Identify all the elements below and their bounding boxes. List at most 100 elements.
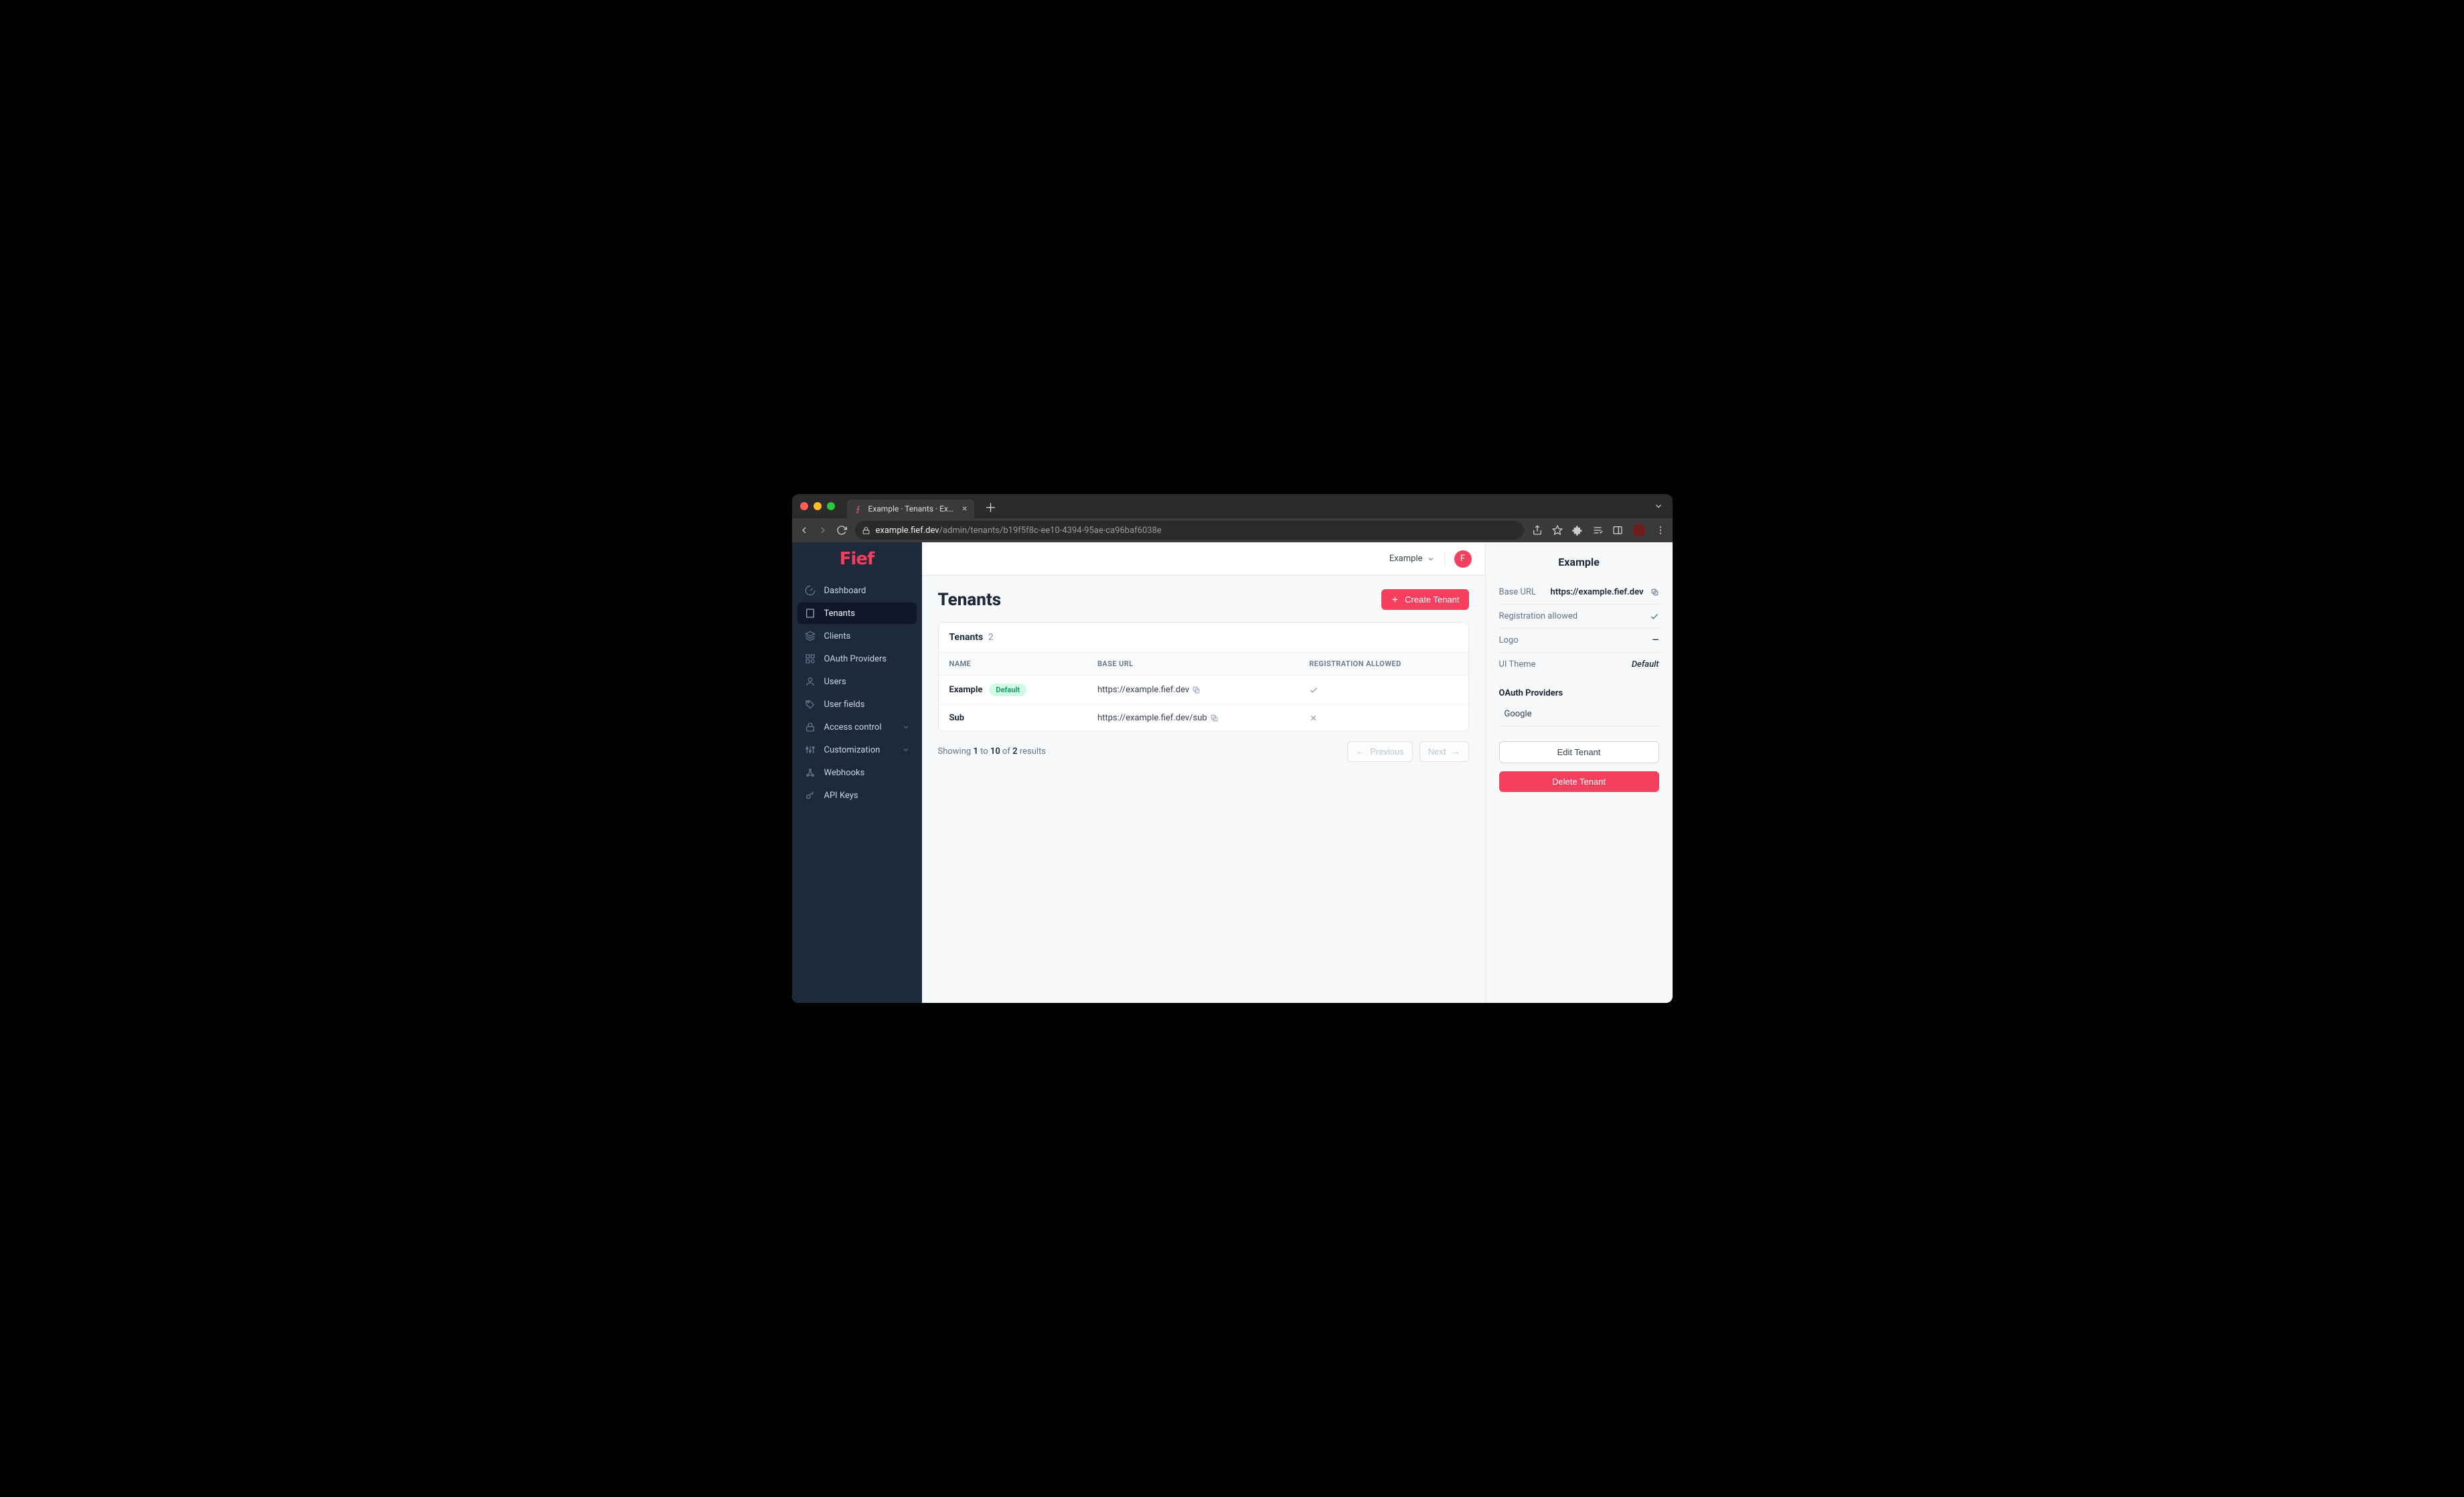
detail-panel: Example Base URL https://example.fief.de… — [1485, 542, 1673, 1003]
table-row[interactable]: ExampleDefaulthttps://example.fief.dev — [939, 676, 1468, 705]
copy-icon[interactable] — [1210, 714, 1219, 722]
window-close-button[interactable] — [800, 502, 808, 510]
tab-close-button[interactable]: × — [962, 503, 967, 514]
default-badge: Default — [989, 684, 1026, 696]
detail-actions: Edit Tenant Delete Tenant — [1499, 741, 1659, 792]
key-icon — [804, 790, 816, 801]
sidebar-item-tenants[interactable]: Tenants — [797, 603, 917, 624]
col-name: NAME — [939, 653, 1087, 676]
extensions-icon[interactable] — [1572, 525, 1583, 536]
detail-theme-value: Default — [1632, 659, 1659, 669]
browser-toolbar-right — [1532, 524, 1666, 537]
brand-logo[interactable]: Fief — [792, 542, 922, 576]
sidebar-nav: Dashboard Tenants Clients OAuth Providers Us… — [792, 576, 922, 810]
sidebar-item-user-fields[interactable]: User fields — [797, 694, 917, 715]
cell-base-url: https://example.fief.dev — [1087, 676, 1298, 705]
page-header: Tenants Create Tenant — [938, 589, 1469, 610]
browser-tab[interactable]: ⨍ Example · Tenants · Example · F × — [847, 499, 974, 518]
sidebar-item-users[interactable]: Users — [797, 671, 917, 692]
bookmark-star-icon[interactable] — [1552, 525, 1563, 536]
sidebar-item-label: Webhooks — [824, 768, 865, 778]
share-icon[interactable] — [1532, 525, 1543, 536]
url-input[interactable]: example.fief.dev/admin/tenants/b19f5f8c-… — [855, 521, 1524, 540]
tab-title: Example · Tenants · Example · F — [868, 504, 957, 514]
reading-list-icon[interactable] — [1592, 525, 1603, 536]
nav-back-button[interactable] — [799, 525, 810, 536]
building-icon — [804, 608, 816, 619]
col-registration: REGISTRATION ALLOWED — [1298, 653, 1468, 676]
create-tenant-button[interactable]: Create Tenant — [1381, 589, 1468, 610]
new-tab-button[interactable]: ＋ — [985, 499, 997, 516]
sidebar-item-webhooks[interactable]: Webhooks — [797, 762, 917, 783]
lock-icon — [862, 526, 870, 535]
tenants-card: Tenants 2 NAME BASE URL REGISTRATION ALL… — [938, 622, 1469, 732]
chevron-down-icon — [1427, 555, 1435, 563]
workspace-switcher[interactable]: Example — [1389, 554, 1435, 564]
cell-name: Sub — [939, 705, 1087, 732]
sidebar-item-label: User fields — [824, 700, 865, 710]
arrow-right-icon: → — [1452, 746, 1460, 757]
pagination-summary: Showing 1 to 10 of 2 results — [938, 746, 1047, 757]
detail-registration-label: Registration allowed — [1499, 611, 1578, 621]
pagination-buttons: ← Previous Next → — [1347, 741, 1468, 762]
chevron-down-icon — [902, 723, 910, 731]
window-controls — [800, 502, 835, 510]
sidebar-item-api-keys[interactable]: API Keys — [797, 785, 917, 806]
detail-theme-label: UI Theme — [1499, 659, 1536, 669]
detail-base-url-row: Base URL https://example.fief.dev — [1499, 580, 1659, 605]
sidebar-item-label: Access control — [824, 722, 882, 732]
lock-icon — [804, 722, 816, 732]
sidebar-item-label: OAuth Providers — [824, 654, 887, 664]
table-header-row: NAME BASE URL REGISTRATION ALLOWED — [939, 653, 1468, 676]
browser-profile-icon[interactable] — [1632, 524, 1646, 537]
check-icon — [1650, 612, 1659, 621]
panel-icon[interactable] — [1612, 525, 1623, 536]
content-area: Example F Tenants — [922, 542, 1673, 1003]
sidebar-item-label: Dashboard — [824, 586, 866, 596]
copy-icon[interactable] — [1192, 686, 1201, 694]
browser-menu-icon[interactable] — [1655, 525, 1666, 536]
browser-tab-bar: ⨍ Example · Tenants · Example · F × ＋ — [792, 494, 1673, 518]
sidebar-item-clients[interactable]: Clients — [797, 625, 917, 647]
detail-title: Example — [1499, 556, 1659, 568]
oauth-providers-heading: OAuth Providers — [1499, 688, 1659, 698]
create-tenant-label: Create Tenant — [1405, 595, 1459, 605]
previous-page-button[interactable]: ← Previous — [1347, 741, 1413, 762]
table-count: 2 — [988, 632, 994, 643]
user-icon — [804, 676, 816, 687]
nav-forward-button[interactable] — [818, 525, 828, 536]
url-text: example.fief.dev/admin/tenants/b19f5f8c-… — [876, 526, 1162, 536]
pagination-row: Showing 1 to 10 of 2 results ← Previous — [938, 741, 1469, 762]
cell-name: ExampleDefault — [939, 676, 1087, 705]
arrow-left-icon: ← — [1356, 746, 1365, 757]
window-maximize-button[interactable] — [827, 502, 835, 510]
card-heading: Tenants 2 — [939, 623, 1468, 653]
tab-favicon-icon: ⨍ — [854, 504, 863, 514]
delete-tenant-button[interactable]: Delete Tenant — [1499, 771, 1659, 792]
tenants-table: NAME BASE URL REGISTRATION ALLOWED Examp… — [939, 653, 1468, 731]
oauth-provider-item[interactable]: Google — [1499, 702, 1659, 726]
sidebar-item-customization[interactable]: Customization — [797, 739, 917, 761]
sidebar-item-label: Clients — [824, 631, 851, 641]
browser-url-bar: example.fief.dev/admin/tenants/b19f5f8c-… — [792, 518, 1673, 542]
table-title: Tenants — [949, 632, 984, 643]
page-title: Tenants — [938, 590, 1002, 610]
copy-icon[interactable] — [1650, 588, 1659, 597]
nav-reload-button[interactable] — [836, 525, 847, 536]
next-page-button[interactable]: Next → — [1419, 741, 1469, 762]
edit-tenant-button[interactable]: Edit Tenant — [1499, 741, 1659, 763]
table-row[interactable]: Subhttps://example.fief.dev/sub — [939, 705, 1468, 732]
detail-registration-value — [1650, 612, 1659, 621]
sidebar: Fief Dashboard Tenants Clients OAuth Provid… — [792, 542, 922, 1003]
detail-properties: Base URL https://example.fief.dev Regist… — [1499, 580, 1659, 676]
window-minimize-button[interactable] — [814, 502, 822, 510]
tab-list-dropdown-icon[interactable] — [1654, 501, 1663, 511]
user-avatar[interactable]: F — [1454, 550, 1472, 568]
tag-icon — [804, 699, 816, 710]
sidebar-item-dashboard[interactable]: Dashboard — [797, 580, 917, 601]
sidebar-item-oauth-providers[interactable]: OAuth Providers — [797, 648, 917, 669]
oauth-icon — [804, 653, 816, 664]
sidebar-item-access-control[interactable]: Access control — [797, 716, 917, 738]
main-column: Example F Tenants — [922, 542, 1485, 1003]
app-viewport: Fief Dashboard Tenants Clients OAuth Provid… — [792, 542, 1673, 1003]
